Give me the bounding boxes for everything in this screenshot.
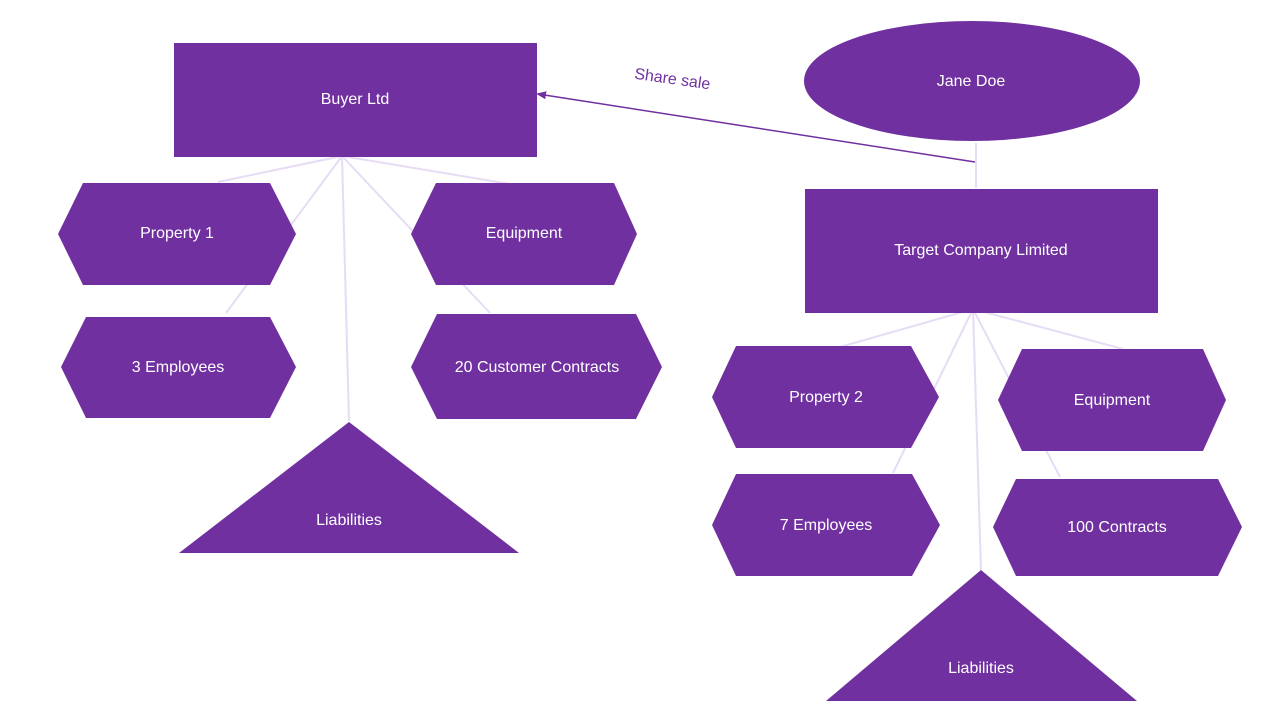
- target-equipment-label: Equipment: [1074, 392, 1151, 409]
- node-buyer-property[interactable]: Property 1: [58, 183, 296, 285]
- target-contracts-label: 100 Contracts: [1067, 519, 1167, 536]
- node-target-employees[interactable]: 7 Employees: [712, 474, 940, 576]
- node-buyer-employees[interactable]: 3 Employees: [61, 317, 296, 418]
- node-target-liabilities[interactable]: Liabilities: [826, 570, 1137, 701]
- buyer-liabilities-label: Liabilities: [316, 512, 382, 529]
- node-target-property[interactable]: Property 2: [712, 346, 939, 448]
- buyer-employees-label: 3 Employees: [132, 359, 225, 376]
- target-company-label: Target Company Limited: [894, 242, 1067, 259]
- connector-target-property: [839, 308, 974, 348]
- share-sale-label: Share sale: [633, 66, 711, 93]
- buyer-equipment-label: Equipment: [486, 225, 563, 242]
- node-target-contracts[interactable]: 100 Contracts: [993, 479, 1242, 576]
- node-buyer-equipment[interactable]: Equipment: [411, 183, 637, 285]
- ownership-diagram: Share sale Buyer Ltd Jane Doe Target Com…: [58, 21, 1242, 701]
- connector-buyer-equipment: [341, 155, 511, 185]
- buyer-liabilities-triangle: [179, 422, 519, 553]
- buyer-property-label: Property 1: [140, 225, 214, 242]
- connector-buyer-liabilities: [341, 155, 350, 422]
- node-jane-doe[interactable]: Jane Doe: [804, 21, 1140, 141]
- node-target-company[interactable]: Target Company Limited: [805, 189, 1158, 313]
- target-liabilities-triangle: [826, 570, 1137, 701]
- node-buyer-contracts[interactable]: 20 Customer Contracts: [411, 314, 662, 419]
- target-employees-label: 7 Employees: [780, 517, 873, 534]
- connector-buyer-property: [217, 155, 343, 183]
- jane-doe-label: Jane Doe: [937, 73, 1006, 90]
- target-liabilities-label: Liabilities: [948, 660, 1014, 677]
- node-target-equipment[interactable]: Equipment: [998, 349, 1226, 451]
- node-buyer-liabilities[interactable]: Liabilities: [179, 422, 519, 553]
- buyer-contracts-label: 20 Customer Contracts: [455, 359, 620, 376]
- buyer-ltd-label: Buyer Ltd: [321, 91, 389, 108]
- target-property-label: Property 2: [789, 389, 863, 406]
- connector-target-equipment: [972, 308, 1124, 350]
- node-buyer-ltd[interactable]: Buyer Ltd: [174, 43, 537, 157]
- connector-target-liabilities: [972, 308, 982, 571]
